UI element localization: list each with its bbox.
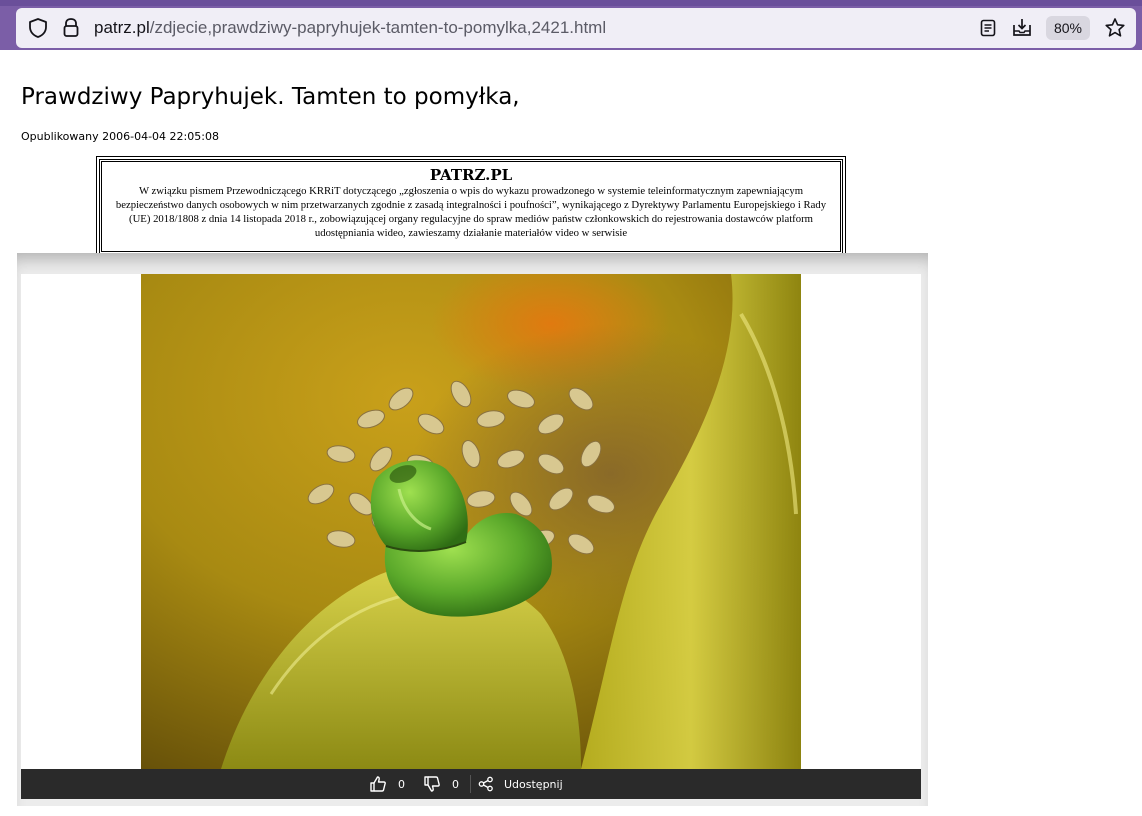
like-count: 0: [398, 777, 405, 791]
browser-toolbar: patrz.pl/zdjecie,prawdziwy-papryhujek-ta…: [0, 0, 1142, 50]
photo-image[interactable]: [141, 274, 801, 769]
published-date: Opublikowany 2006-04-04 22:05:08: [21, 130, 219, 143]
browser-frame: [0, 0, 1142, 6]
thumbs-up-icon: [369, 775, 387, 793]
lock-icon[interactable]: [59, 16, 83, 40]
address-bar[interactable]: patrz.pl/zdjecie,prawdziwy-papryhujek-ta…: [16, 8, 1136, 48]
photo-container: 0 0 Udostępnij: [17, 253, 928, 806]
like-button[interactable]: 0: [369, 769, 405, 799]
share-button[interactable]: Udostępnij: [478, 769, 563, 799]
notice-title: PATRZ.PL: [429, 166, 513, 184]
bookmark-star-icon[interactable]: [1103, 16, 1127, 40]
page-title: Prawdziwy Papryhujek. Tamten to pomyłka,: [21, 84, 520, 110]
share-icon: [478, 776, 494, 792]
dislike-count: 0: [452, 777, 459, 791]
action-divider: [470, 775, 471, 793]
url-path: /zdjecie,prawdziwy-papryhujek-tamten-to-…: [149, 18, 607, 37]
photo-action-bar: 0 0 Udostępnij: [21, 769, 921, 799]
notice-inner-frame: PATRZ.PL W związku pismem Przewodniczące…: [99, 159, 843, 254]
dislike-button[interactable]: 0: [423, 769, 459, 799]
notice-body: W związku pismem Przewodniczącego KRRiT …: [115, 185, 827, 239]
shield-icon[interactable]: [26, 16, 50, 40]
url-domain: patrz.pl: [94, 18, 150, 37]
notice-box: PATRZ.PL W związku pismem Przewodniczące…: [96, 156, 846, 257]
url-text[interactable]: patrz.pl/zdjecie,prawdziwy-papryhujek-ta…: [94, 18, 606, 38]
reader-view-icon[interactable]: [976, 16, 1000, 40]
download-icon[interactable]: [1010, 16, 1034, 40]
zoom-level-button[interactable]: 80%: [1046, 16, 1090, 40]
thumbs-down-icon: [423, 775, 441, 793]
share-label: Udostępnij: [504, 777, 563, 791]
